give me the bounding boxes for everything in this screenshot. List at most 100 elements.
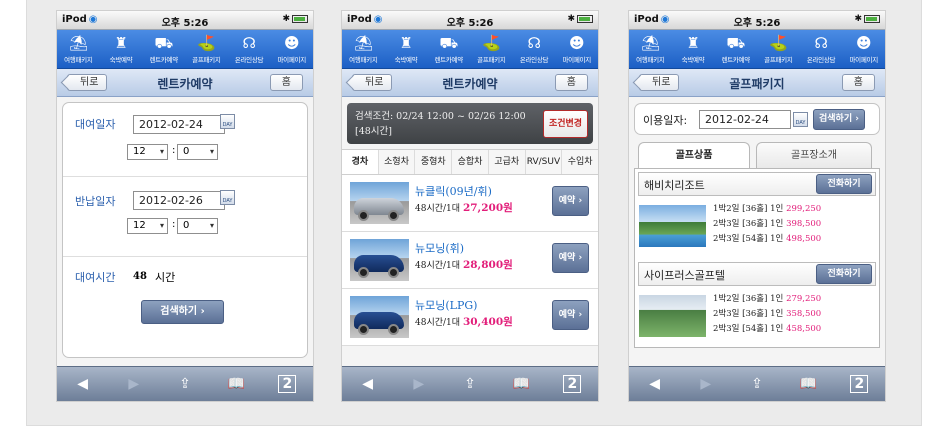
forward-arrow-icon[interactable]: ▶: [691, 376, 721, 392]
browser-toolbar: ◀ ▶ ⇪ 📖 2: [342, 366, 598, 401]
nav-travel-package[interactable]: ⛱ 여행패키지: [57, 30, 100, 68]
date-label: 이용일자:: [643, 114, 688, 127]
content: 검색조건: 02/24 12:00 ~ 02/26 12:00 [48시간] 조…: [342, 97, 598, 366]
bluetooth-icon: ✱: [854, 14, 862, 24]
nav-rentcar[interactable]: ⛟ 렌트카예약: [714, 30, 757, 68]
return-minute-select[interactable]: 0: [177, 218, 218, 234]
tab-rv-suv[interactable]: RV/SUV: [526, 150, 563, 174]
car-icon: ⛟: [726, 34, 745, 52]
list-item[interactable]: 뉴클릭(09년/휘) 48시간/1대 27,200원 예약 ›: [342, 175, 598, 232]
share-icon[interactable]: ⇪: [455, 376, 485, 392]
tabs-icon[interactable]: 2: [272, 375, 302, 393]
status-time: 오후 5:26: [161, 18, 209, 29]
building-icon: ♜: [114, 34, 128, 52]
reserve-button[interactable]: 예약 ›: [552, 300, 589, 330]
forward-arrow-icon[interactable]: ▶: [404, 376, 434, 392]
car-icon: ⛟: [439, 34, 458, 52]
home-button[interactable]: 홈: [841, 74, 875, 91]
nav-golf[interactable]: ⛳ 골프패키지: [470, 30, 513, 68]
call-button[interactable]: 전화하기: [816, 264, 872, 284]
content: 대여일자 2012-02-24 DAY 12 : 0 반납일자 2012-02-…: [57, 97, 313, 366]
car-name: 뉴클릭(09년/휘): [415, 185, 492, 198]
tabs-icon[interactable]: 2: [844, 375, 874, 393]
golf-icon: ⛳: [197, 34, 216, 52]
tab-van[interactable]: 승합차: [452, 150, 489, 174]
nav-accommodation[interactable]: ♜ 숙박예약: [672, 30, 715, 68]
calendar-icon[interactable]: DAY: [220, 190, 235, 205]
nav-rentcar[interactable]: ⛟ 렌트카예약: [142, 30, 185, 68]
beach-icon: ⛱: [68, 34, 88, 52]
tab-imported[interactable]: 수입차: [562, 150, 598, 174]
tabs-icon[interactable]: 2: [557, 375, 587, 393]
pickup-hour-select[interactable]: 12: [127, 144, 168, 160]
date-field[interactable]: 2012-02-24: [699, 110, 791, 129]
list-item[interactable]: 뉴모닝(LPG) 48시간/1대 30,400원 예약 ›: [342, 289, 598, 346]
duration-value: 48: [133, 271, 147, 282]
return-date-field[interactable]: 2012-02-26: [133, 191, 225, 210]
nav-mypage[interactable]: ☻ 마이페이지: [842, 30, 885, 68]
bookmarks-icon[interactable]: 📖: [793, 376, 823, 392]
pickup-date-field[interactable]: 2012-02-24: [133, 115, 225, 134]
chevron-right-icon: ›: [855, 114, 859, 124]
reserve-button[interactable]: 예약 ›: [552, 186, 589, 216]
calendar-icon[interactable]: DAY: [220, 114, 235, 129]
return-hour-select[interactable]: 12: [127, 218, 168, 234]
car-name: 뉴모닝(LPG): [415, 299, 478, 312]
home-button[interactable]: 홈: [554, 74, 588, 91]
home-button[interactable]: 홈: [269, 74, 303, 91]
phone-golf-package: iPod ◉ 오후 5:26 ✱ ⛱ 여행패키지 ♜ 숙박예약 ⛟ 렌트카예약 ⛳ 골프패…: [628, 10, 886, 402]
share-icon[interactable]: ⇪: [742, 376, 772, 392]
back-arrow-icon[interactable]: ◀: [640, 376, 670, 392]
tab-small[interactable]: 소형차: [379, 150, 416, 174]
list-item: 사이프러스골프텔 전화하기 1박2일 [36홀] 1인 279,250 2박3일…: [635, 262, 879, 346]
nav-accommodation[interactable]: ♜ 숙박예약: [385, 30, 428, 68]
tab-luxury[interactable]: 고급차: [489, 150, 526, 174]
resort-name: 사이프러스골프텔: [644, 269, 725, 282]
car-image: [350, 239, 409, 281]
search-button[interactable]: 검색하기 ›: [813, 109, 865, 130]
headset-icon: ☊: [814, 34, 828, 52]
car-name: 뉴모닝(휘): [415, 242, 465, 255]
nav-golf[interactable]: ⛳ 골프패키지: [757, 30, 800, 68]
person-icon: ☻: [856, 34, 872, 52]
share-icon[interactable]: ⇪: [170, 376, 200, 392]
calendar-icon[interactable]: DAY: [793, 112, 808, 127]
golf-date-form: 이용일자: 2012-02-24 DAY 검색하기 ›: [634, 103, 880, 135]
back-arrow-icon[interactable]: ◀: [353, 376, 383, 392]
chevron-right-icon: ›: [578, 196, 583, 206]
bookmarks-icon[interactable]: 📖: [506, 376, 536, 392]
tab-golf-products[interactable]: 골프상품: [638, 142, 750, 168]
car-price: 48시간/1대 30,400원: [415, 316, 513, 328]
browser-toolbar: ◀ ▶ ⇪ 📖 2: [629, 366, 885, 401]
car-image: [350, 182, 409, 224]
return-label: 반납일자: [75, 195, 116, 208]
nav-consult[interactable]: ☊ 온라인상담: [513, 30, 556, 68]
status-time: 오후 5:26: [733, 18, 781, 29]
call-button[interactable]: 전화하기: [816, 174, 872, 194]
headset-icon: ☊: [242, 34, 256, 52]
nav-travel-package[interactable]: ⛱ 여행패키지: [629, 30, 672, 68]
nav-mypage[interactable]: ☻ 마이페이지: [270, 30, 313, 68]
nav-consult[interactable]: ☊ 온라인상담: [800, 30, 843, 68]
price-lines: 1박2일 [36홀] 1인 279,250 2박3일 [36홀] 1인 358,…: [713, 294, 822, 334]
forward-arrow-icon[interactable]: ▶: [119, 376, 149, 392]
nav-golf[interactable]: ⛳ 골프패키지: [185, 30, 228, 68]
tab-golf-courses[interactable]: 골프장소개: [756, 142, 872, 168]
nav-mypage[interactable]: ☻ 마이페이지: [555, 30, 598, 68]
list-item[interactable]: 뉴모닝(휘) 48시간/1대 28,800원 예약 ›: [342, 232, 598, 289]
tab-compact[interactable]: 경차: [342, 150, 379, 174]
tab-midsize[interactable]: 중형차: [415, 150, 453, 174]
back-arrow-icon[interactable]: ◀: [68, 376, 98, 392]
nav-rentcar[interactable]: ⛟ 렌트카예약: [427, 30, 470, 68]
nav-accommodation[interactable]: ♜ 숙박예약: [100, 30, 143, 68]
search-button[interactable]: 검색하기 ›: [141, 300, 224, 324]
pickup-label: 대여일자: [75, 118, 116, 131]
reserve-button[interactable]: 예약 ›: [552, 243, 589, 273]
nav-consult[interactable]: ☊ 온라인상담: [228, 30, 271, 68]
change-condition-button[interactable]: 조건변경: [543, 110, 588, 138]
nav-travel-package[interactable]: ⛱ 여행패키지: [342, 30, 385, 68]
duration-row: 대여시간 48 시간: [63, 257, 307, 301]
pickup-minute-select[interactable]: 0: [177, 144, 218, 160]
beach-icon: ⛱: [353, 34, 373, 52]
bookmarks-icon[interactable]: 📖: [221, 376, 251, 392]
